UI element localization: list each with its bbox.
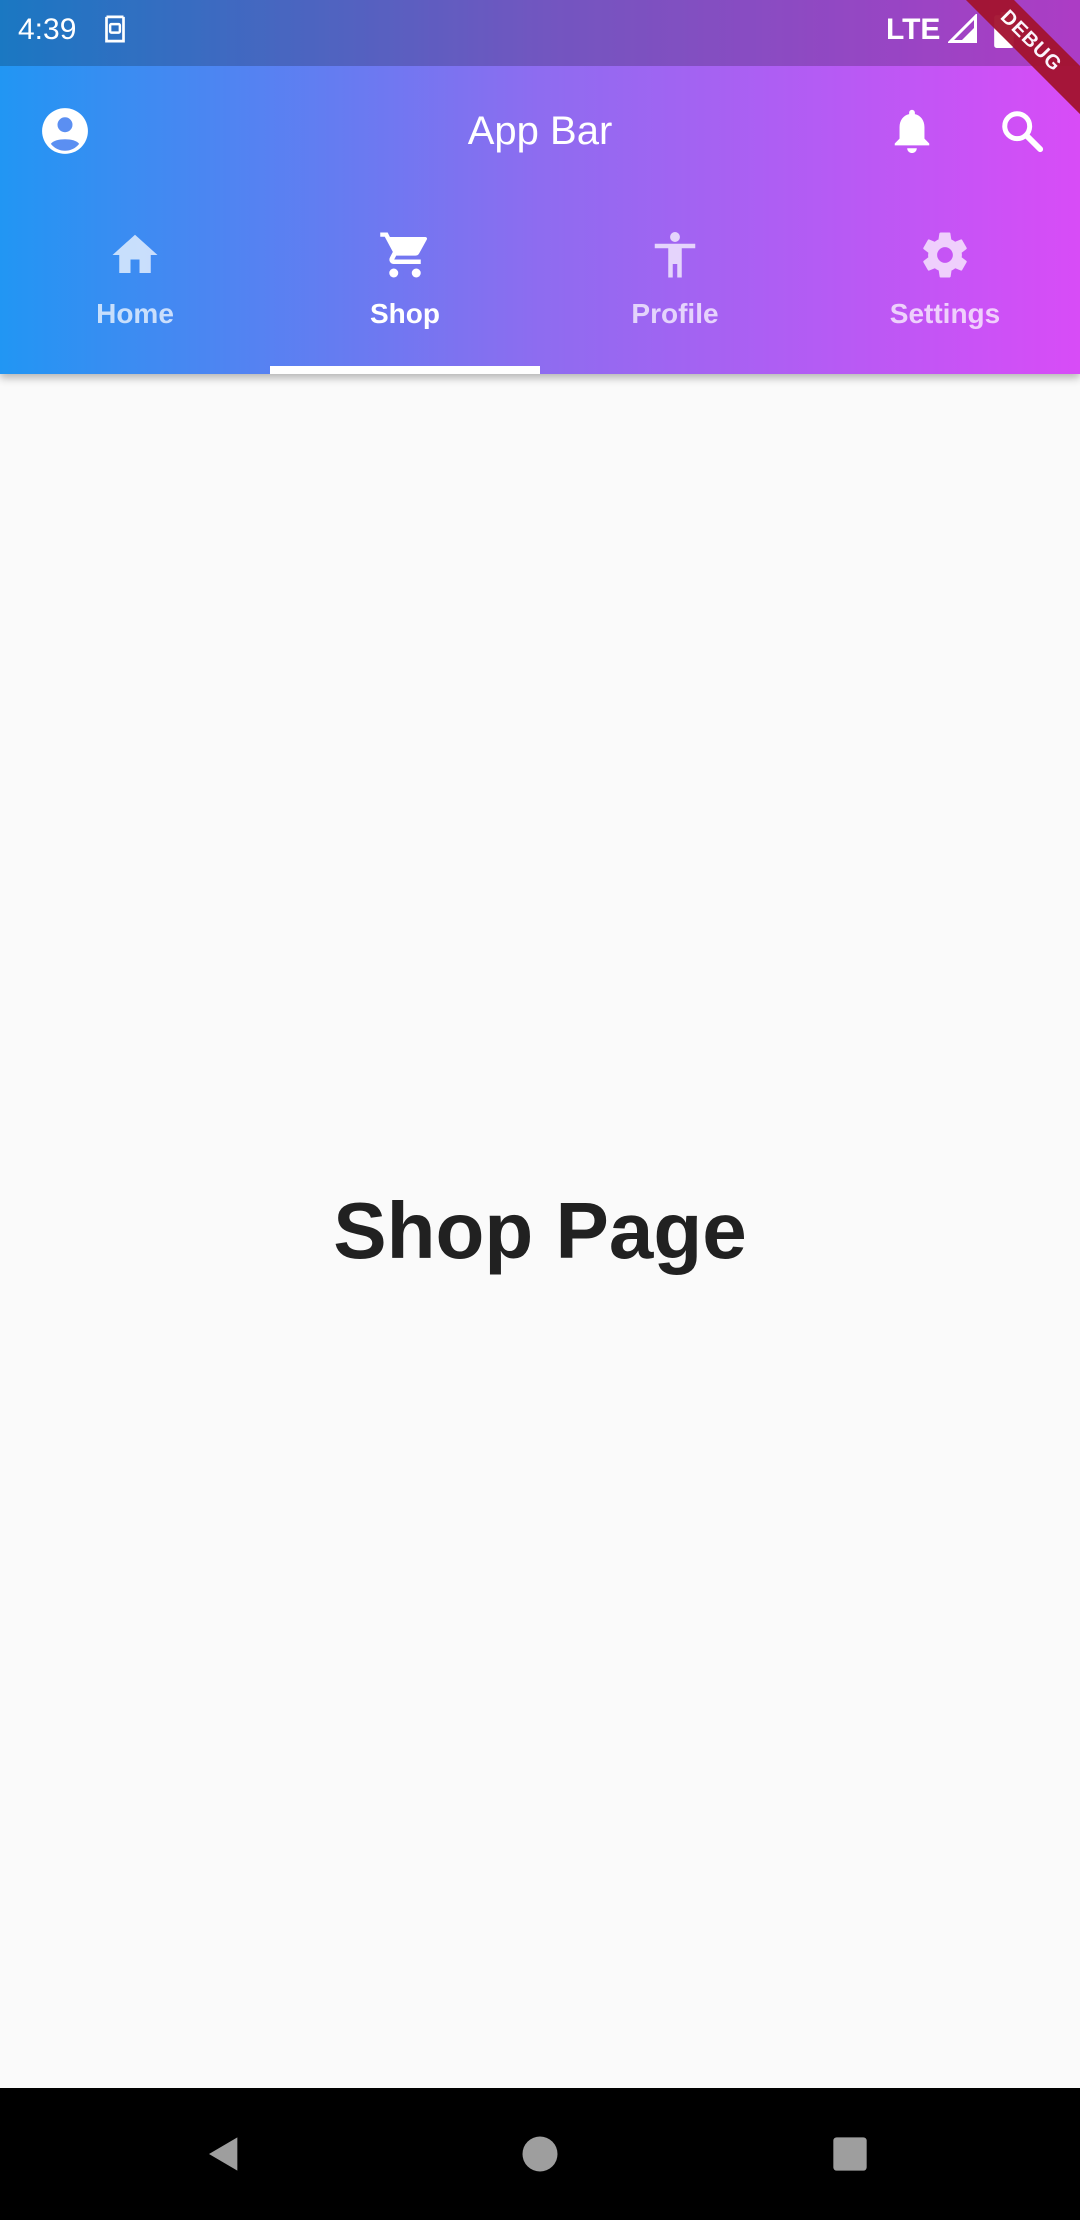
system-nav-bar: [0, 2088, 1080, 2220]
gear-icon: [923, 232, 967, 278]
account-circle-icon: [42, 108, 88, 154]
tab-indicator: [270, 366, 540, 374]
back-icon: [209, 2137, 238, 2171]
app-bar: App Bar: [0, 66, 1080, 196]
search-button[interactable]: [974, 83, 1070, 179]
app-header: 4:39 LTE DEBUG App Bar Home Shop Profile…: [0, 0, 1080, 374]
tab-shop[interactable]: Shop: [270, 196, 540, 374]
home-circle-icon: [522, 2136, 558, 2172]
cart-icon: [380, 232, 428, 278]
tab-label: Settings: [889, 298, 1001, 329]
tab-label: Home: [96, 298, 174, 329]
tab-bar: Home Shop Profile Settings: [0, 196, 1080, 374]
status-bar: 4:39 LTE: [0, 0, 1080, 66]
home-button[interactable]: [500, 2114, 580, 2194]
account-button[interactable]: [17, 83, 113, 179]
tab-label: Shop: [370, 298, 440, 329]
search-icon: [1002, 111, 1044, 153]
sim-card-icon: [105, 15, 125, 43]
recents-icon: [833, 2137, 867, 2171]
page-content: Shop Page: [0, 374, 1080, 2088]
bell-icon: [894, 109, 930, 154]
home-icon: [112, 234, 158, 273]
tab-label: Profile: [631, 298, 719, 329]
tab-profile[interactable]: Profile: [540, 196, 810, 374]
status-time: 4:39: [18, 13, 77, 46]
network-type: LTE: [886, 13, 941, 46]
tab-home[interactable]: Home: [0, 196, 270, 374]
notifications-button[interactable]: [864, 83, 960, 179]
accessibility-icon: [654, 232, 696, 278]
back-button[interactable]: [184, 2114, 264, 2194]
tab-settings[interactable]: Settings: [810, 196, 1080, 374]
recents-button[interactable]: [810, 2114, 890, 2194]
signal-icon: [948, 14, 977, 43]
page-title: Shop Page: [333, 1186, 747, 1275]
